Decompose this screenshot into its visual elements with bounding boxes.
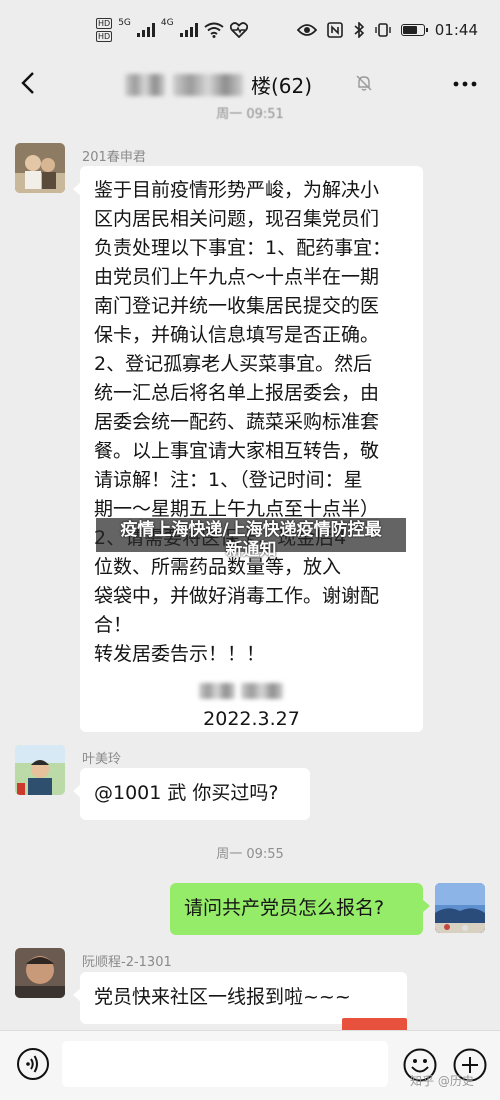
sender-name: 叶美玲 [82,752,122,767]
notice-text: 鉴于目前疫情形势严峻，为解决小 区内居民相关问题，现召集党员们 负责处理以下事宜：1… [94,176,409,669]
notice-line: 鉴于目前疫情形势严峻，为解决小 [94,179,380,201]
heart-pulse-icon [229,22,248,38]
message-text: 党员快来社区一线报到啦~~~ [94,986,351,1008]
notice-line: 保卡，并确认信息填写是否正确。 [94,324,380,346]
notice-date: 2022.3.27 [203,708,300,730]
message-text: @1001 武 你买过吗? [94,782,279,804]
signal-icon [136,23,155,37]
notice-line: 由党员们上午九点～十点半在一期 [94,266,380,288]
hd-badge-1: HD [96,18,113,29]
back-arrow-icon[interactable] [14,68,44,98]
message-bubble[interactable]: 党员快来社区一线报到啦~~~ [73,972,407,1024]
time-separator: 周一 09:55 [216,847,284,862]
message-bubble-outgoing[interactable]: 请问共产党员怎么报名? [170,883,430,935]
notice-line: 统一汇总后将名单上报居委会，由 [94,382,380,404]
status-bar: HD HD 5G 4G 01:44 [0,0,500,60]
hd-badges: HD HD [96,18,113,42]
wifi-icon [203,22,224,38]
avatar[interactable] [15,948,65,998]
signal-icon-2 [179,23,198,37]
overlay-caption-line-2: 新通知 [225,540,277,560]
notice-line: 居委会统一配药、蔬菜采购标准套 [94,411,380,433]
avatar[interactable] [15,143,65,193]
notice-line: 合！ [94,614,133,636]
battery-icon [400,24,428,36]
blurred-title-part [125,73,165,96]
avatar[interactable] [15,745,65,795]
overlay-caption: 疫情上海快递/上海快递疫情防控最 新通知 [96,520,406,560]
header-time-separator: 周一 09:51 [216,107,284,122]
mute-bell-icon [356,75,372,91]
status-right-icons: 01:44 [296,21,478,39]
my-avatar[interactable] [435,883,485,933]
message-input[interactable] [62,1041,388,1087]
message-text: 请问共产党员怎么报名? [184,897,385,919]
more-icon[interactable] [452,72,478,96]
hd-badge-2: HD [96,31,113,42]
bluetooth-icon [354,22,364,38]
watermark-text: 知乎 @历史 [410,1074,474,1088]
sender-name: 201春申君 [82,150,146,165]
notice-line: 2、登记孤寡老人买菜事宜。然后 [94,353,373,375]
notice-line: 请谅解！注：1、（登记时间：星 [94,469,363,491]
message-bubble[interactable]: @1001 武 你买过吗? [73,768,310,820]
chat-header: 楼(62) [0,60,500,108]
notice-line: 负责处理以下事宜：1、配药事宜： [94,237,392,259]
nfc-icon [326,22,343,38]
input-bar [0,1030,500,1100]
notice-line: 区内居民相关问题，现召集党员们 [94,208,380,230]
notice-line: 转发居委告示！！！ [94,643,266,665]
chat-title: 楼(62) [125,70,312,99]
blurred-signature [94,683,409,703]
network-type-2: 4G [160,18,174,28]
status-time: 01:44 [434,21,478,39]
voice-icon[interactable] [16,1047,50,1081]
notice-line: 南门登记并统一收集居民提交的医 [94,295,380,317]
overlay-caption-line-1: 疫情上海快递/上海快递疫情防控最 [120,520,382,540]
message-bubble-notice[interactable]: 鉴于目前疫情形势严峻，为解决小 区内居民相关问题，现召集党员们 负责处理以下事宜：1… [73,166,423,732]
notice-line: 袋袋中，并做好消毒工作。谢谢配 [94,585,380,607]
sender-name: 阮顺程-2-1301 [82,955,172,970]
notice-line: 餐。以上事宜请大家相互转告，敬 [94,440,380,462]
network-type-1: 5G [118,18,131,28]
eye-icon [296,24,317,36]
blurred-title-part [173,73,243,96]
vibrate-icon [375,23,391,37]
status-left-icons: HD HD 5G 4G [96,18,248,42]
chat-title-suffix: 楼(62) [251,74,313,98]
